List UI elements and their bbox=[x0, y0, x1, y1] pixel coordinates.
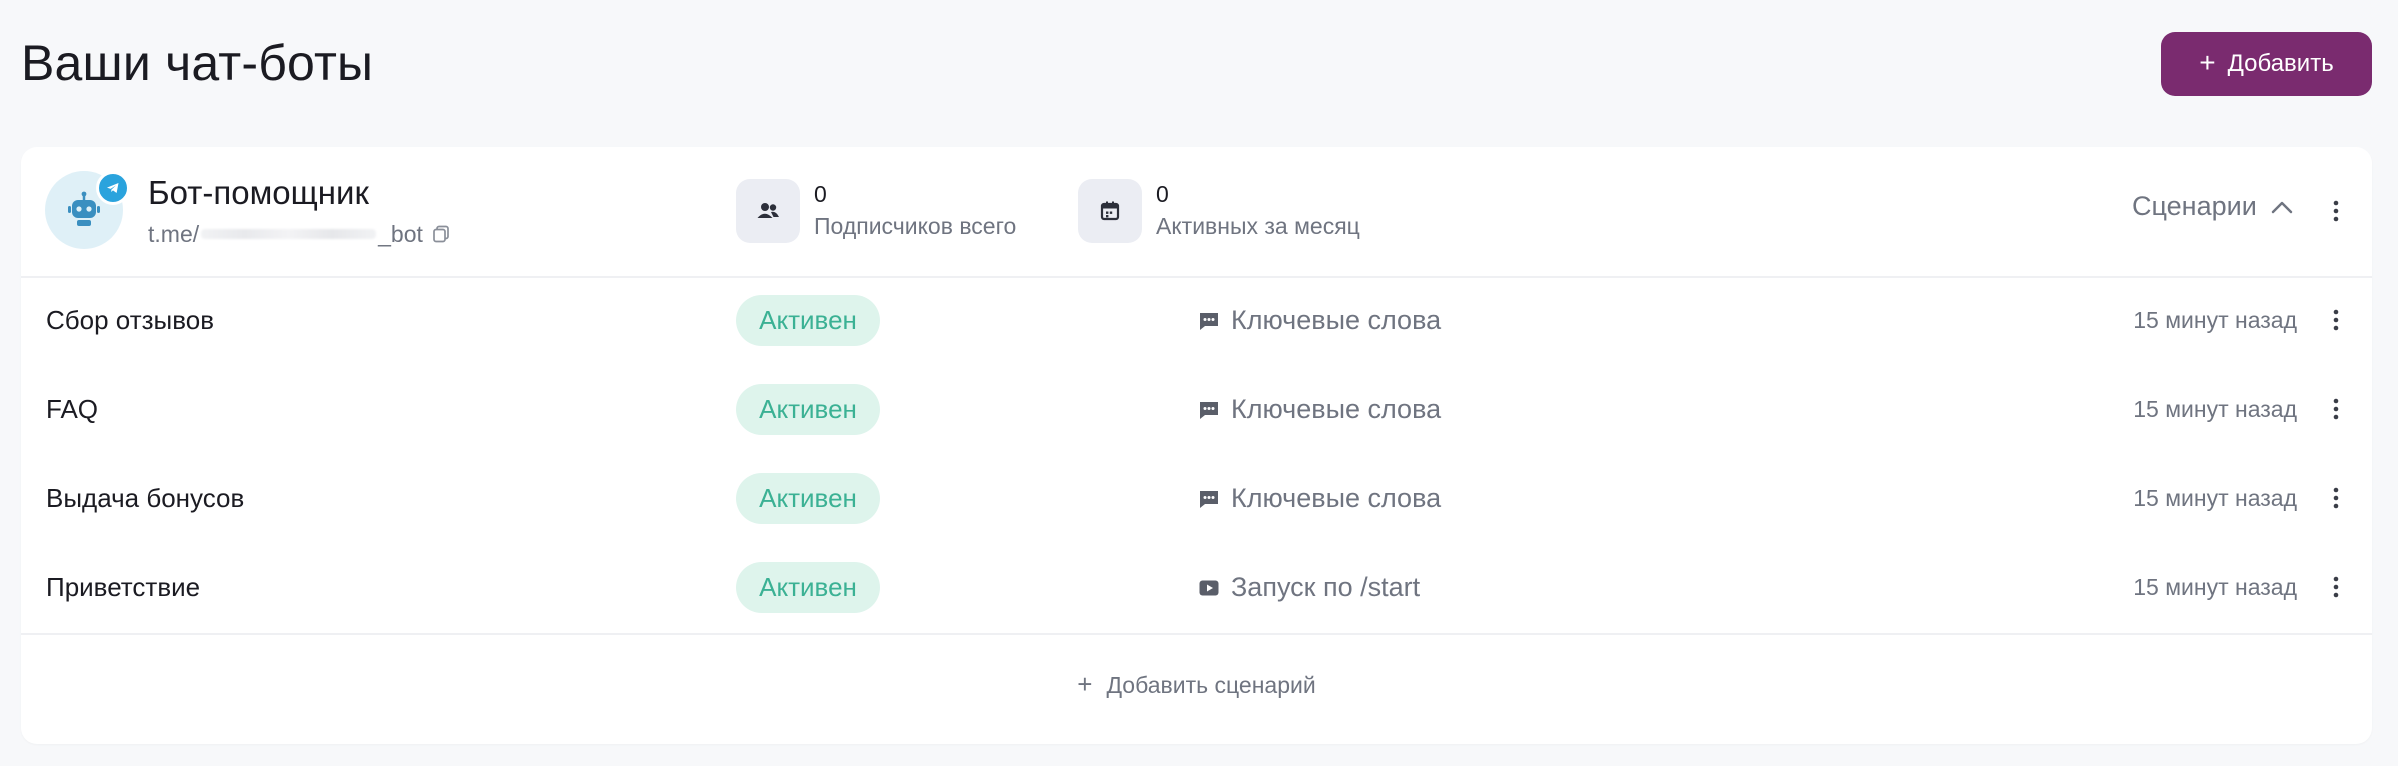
scenario-more-icon[interactable] bbox=[2324, 482, 2348, 514]
status-badge: Активен bbox=[736, 384, 880, 435]
scenario-row[interactable]: FAQ Активен Ключевые слова 15 минут наза… bbox=[21, 365, 2372, 454]
scenario-name: Сбор отзывов bbox=[46, 305, 215, 335]
scenario-trigger-label: Ключевые слова bbox=[1231, 394, 1442, 424]
scenario-more-icon[interactable] bbox=[2324, 304, 2348, 336]
users-icon bbox=[736, 179, 800, 243]
scenario-row[interactable]: Приветствие Активен Запуск по /start 15 … bbox=[21, 543, 2372, 632]
bot-link-prefix: t.me/ bbox=[148, 221, 200, 247]
scenario-trigger: Ключевые слова bbox=[1197, 276, 1441, 365]
telegram-icon bbox=[96, 171, 130, 205]
scenario-trigger-label: Ключевые слова bbox=[1231, 483, 1442, 513]
message-icon bbox=[1200, 401, 1218, 419]
scenario-trigger: Запуск по /start bbox=[1197, 543, 1420, 632]
scenarios-toggle-label: Сценарии bbox=[2132, 191, 2257, 221]
scenario-more-icon[interactable] bbox=[2324, 393, 2348, 425]
calendar-icon bbox=[1078, 179, 1142, 243]
scenario-time: 15 минут назад bbox=[2133, 307, 2297, 333]
scenario-time: 15 минут назад bbox=[2133, 574, 2297, 600]
page-title: Ваши чат-боты bbox=[21, 35, 374, 91]
scenario-trigger: Ключевые слова bbox=[1197, 454, 1441, 543]
bot-more-icon[interactable] bbox=[2324, 195, 2348, 227]
plus-icon: + bbox=[1077, 668, 1093, 699]
subscribers-value: 0 bbox=[814, 181, 827, 207]
bot-header: Бот-помощник t.me/ _bot 0 Подписчиков вс… bbox=[21, 147, 2372, 278]
scenario-time: 15 минут назад bbox=[2133, 396, 2297, 422]
message-icon bbox=[1200, 490, 1218, 508]
bot-card: Бот-помощник t.me/ _bot 0 Подписчиков вс… bbox=[21, 147, 2372, 744]
status-badge: Активен bbox=[736, 473, 880, 524]
scenario-trigger: Ключевые слова bbox=[1197, 365, 1441, 454]
add-scenario-label: Добавить сценарий bbox=[1106, 671, 1316, 698]
scenario-row[interactable]: Сбор отзывов Активен Ключевые слова 15 м… bbox=[21, 276, 2372, 365]
play-icon bbox=[1199, 580, 1219, 595]
bot-link-suffix: _bot bbox=[378, 221, 423, 247]
bot-name: Бот-помощник bbox=[148, 174, 369, 211]
active-month-value: 0 bbox=[1156, 181, 1169, 207]
scenario-row[interactable]: Выдача бонусов Активен Ключевые слова 15… bbox=[21, 454, 2372, 543]
scenarios-toggle[interactable]: Сценарии bbox=[2132, 191, 2293, 222]
plus-icon: + bbox=[2199, 47, 2216, 78]
scenario-name: FAQ bbox=[46, 394, 99, 424]
subscribers-label: Подписчиков всего bbox=[814, 213, 1017, 239]
scenario-name: Выдача бонусов bbox=[46, 483, 245, 513]
scenario-name: Приветствие bbox=[46, 572, 201, 602]
message-icon bbox=[1200, 312, 1218, 330]
chevron-up-icon bbox=[2271, 201, 2292, 213]
bot-link-redacted bbox=[201, 229, 377, 239]
add-scenario-button[interactable]: + Добавить сценарий bbox=[21, 635, 2372, 735]
scenario-trigger-label: Ключевые слова bbox=[1231, 305, 1442, 335]
bot-link[interactable]: t.me/ _bot bbox=[148, 219, 451, 249]
status-badge: Активен bbox=[736, 562, 880, 613]
add-bot-button-label: Добавить bbox=[2227, 50, 2334, 77]
active-month-label: Активных за месяц bbox=[1156, 213, 1360, 239]
scenario-more-icon[interactable] bbox=[2324, 571, 2348, 603]
status-badge: Активен bbox=[736, 295, 880, 346]
scenario-time: 15 минут назад bbox=[2133, 485, 2297, 511]
copy-icon[interactable] bbox=[431, 224, 451, 244]
add-bot-button[interactable]: + Добавить bbox=[2161, 32, 2372, 96]
scenario-trigger-label: Запуск по /start bbox=[1231, 572, 1421, 602]
